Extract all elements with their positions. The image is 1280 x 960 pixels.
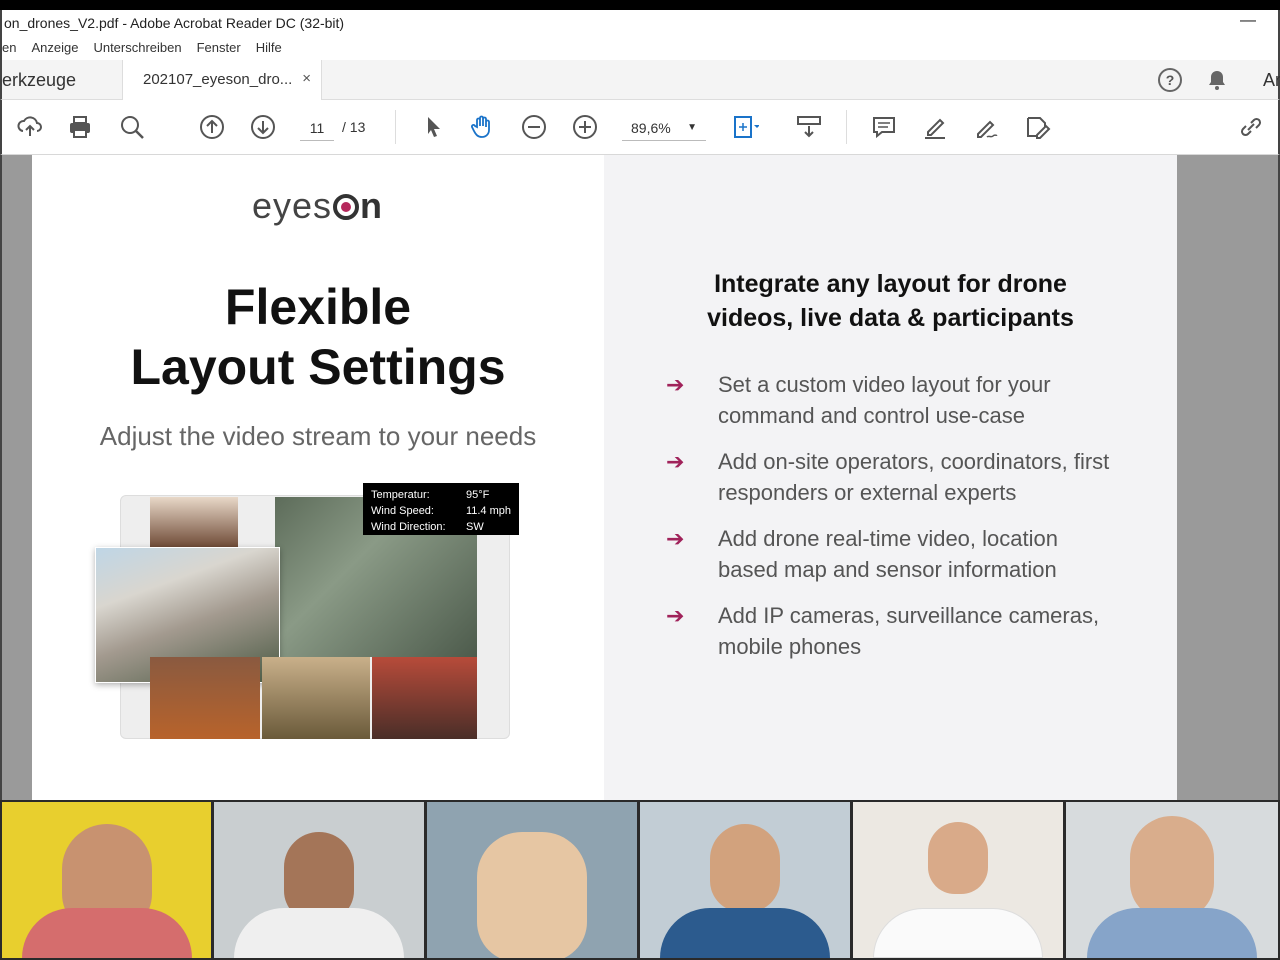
- highlight-icon[interactable]: [921, 113, 949, 141]
- share-link-icon[interactable]: [1237, 113, 1265, 141]
- participant-avatar: [1130, 816, 1214, 920]
- print-icon[interactable]: [66, 113, 94, 141]
- search-icon[interactable]: [118, 113, 146, 141]
- participant-video-tile[interactable]: [427, 802, 637, 958]
- slide-headline: Flexible Layout Settings: [32, 277, 604, 397]
- tab-document[interactable]: 202107_eyeson_dro... ×: [122, 60, 322, 100]
- window-top-edge: [0, 0, 1280, 10]
- menu-item-file[interactable]: en: [2, 40, 16, 55]
- window-title: on_drones_V2.pdf - Adobe Acrobat Reader …: [4, 15, 345, 31]
- select-arrow-icon[interactable]: [420, 113, 448, 141]
- zoom-out-icon[interactable]: [520, 113, 548, 141]
- zoom-select[interactable]: 89,6% ▼: [622, 115, 706, 141]
- tab-close-button[interactable]: ×: [302, 70, 311, 87]
- zoom-value: 89,6%: [631, 120, 671, 136]
- document-viewport[interactable]: eyes n Flexible Layout Settings Adjust th…: [0, 155, 1280, 800]
- page-number-input[interactable]: 11: [300, 115, 334, 141]
- headline-line-1: Flexible: [224, 279, 412, 335]
- slide-right-panel: Integrate any layout for drone videos, l…: [604, 155, 1177, 800]
- participant-avatar: [928, 822, 988, 894]
- collage-participant-tile: [262, 657, 370, 739]
- video-participants-strip: [0, 800, 1280, 960]
- slide-subline: Adjust the video stream to your needs: [99, 421, 537, 451]
- help-icon[interactable]: ?: [1158, 68, 1182, 92]
- page-total: / 13: [342, 119, 366, 135]
- chevron-down-icon: ▼: [687, 122, 697, 133]
- menu-item-window[interactable]: Fenster: [197, 40, 241, 55]
- account-label[interactable]: Ar: [1263, 70, 1280, 91]
- bell-icon[interactable]: [1205, 68, 1229, 97]
- zoom-in-icon[interactable]: [571, 113, 599, 141]
- participant-avatar: [477, 832, 587, 958]
- arrow-icon: ➔: [666, 372, 685, 397]
- list-item: ➔ Set a custom video layout for your comm…: [666, 369, 1116, 431]
- toolbar: 11 / 13 89,6% ▼: [0, 100, 1280, 155]
- arrow-icon: ➔: [666, 603, 685, 628]
- layout-collage-image: Temperatur: 95°F Wind Speed: 11.4 mph Wind…: [95, 483, 519, 745]
- participant-video-tile[interactable]: [1066, 802, 1278, 958]
- participant-video-tile[interactable]: [853, 802, 1063, 958]
- menu-item-sign[interactable]: Unterschreiben: [93, 40, 181, 55]
- page-down-icon[interactable]: [249, 113, 277, 141]
- right-panel-title: Integrate any layout for drone videos, l…: [707, 270, 1074, 332]
- hand-icon[interactable]: [469, 113, 497, 141]
- page-up-icon[interactable]: [198, 113, 226, 141]
- sign-icon[interactable]: [972, 113, 1000, 141]
- list-item: ➔ Add IP cameras, surveillance cameras, m…: [666, 600, 1116, 662]
- menu-item-help[interactable]: Hilfe: [256, 40, 282, 55]
- tab-document-label: 202107_eyeson_dro...: [143, 71, 293, 88]
- participant-video-tile[interactable]: [640, 802, 850, 958]
- collage-participant-tile: [150, 657, 260, 739]
- scroll-mode-icon[interactable]: [795, 113, 823, 141]
- upload-icon[interactable]: [16, 113, 44, 141]
- minimize-button[interactable]: —: [1240, 12, 1256, 30]
- list-item: ➔ Add drone real-time video, location bas…: [666, 523, 1116, 585]
- comment-icon[interactable]: [870, 113, 898, 141]
- fit-page-icon[interactable]: [731, 113, 759, 141]
- toolbar-divider: [395, 110, 396, 144]
- toolbar-divider: [846, 110, 847, 144]
- menu-item-view[interactable]: Anzeige: [31, 40, 78, 55]
- participant-avatar: [710, 824, 780, 912]
- participant-video-tile[interactable]: [2, 802, 211, 958]
- collage-participant-tile: [150, 497, 238, 549]
- tab-bar: erkzeuge 202107_eyeson_dro... × ? Ar: [0, 60, 1280, 100]
- collage-participant-tile: [372, 657, 477, 739]
- arrow-icon: ➔: [666, 449, 685, 474]
- edit-icon[interactable]: [1023, 113, 1051, 141]
- arrow-icon: ➔: [666, 526, 685, 551]
- participant-video-tile[interactable]: [214, 802, 424, 958]
- list-item: ➔ Add on-site operators, coordinators, fi…: [666, 446, 1116, 508]
- headline-line-2: Layout Settings: [130, 339, 506, 395]
- pdf-page: eyes n Flexible Layout Settings Adjust th…: [32, 155, 1177, 800]
- bullet-list: ➔ Set a custom video layout for your comm…: [666, 369, 1116, 677]
- title-bar: on_drones_V2.pdf - Adobe Acrobat Reader …: [0, 10, 1280, 36]
- sensor-info-box: Temperatur: 95°F Wind Speed: 11.4 mph Wind…: [363, 483, 519, 535]
- tab-tools[interactable]: erkzeuge: [2, 70, 76, 91]
- app-window: on_drones_V2.pdf - Adobe Acrobat Reader …: [0, 0, 1280, 960]
- menu-bar: en Anzeige Unterschreiben Fenster Hilfe: [0, 36, 1280, 60]
- eyeson-logo: eyes n: [252, 185, 384, 226]
